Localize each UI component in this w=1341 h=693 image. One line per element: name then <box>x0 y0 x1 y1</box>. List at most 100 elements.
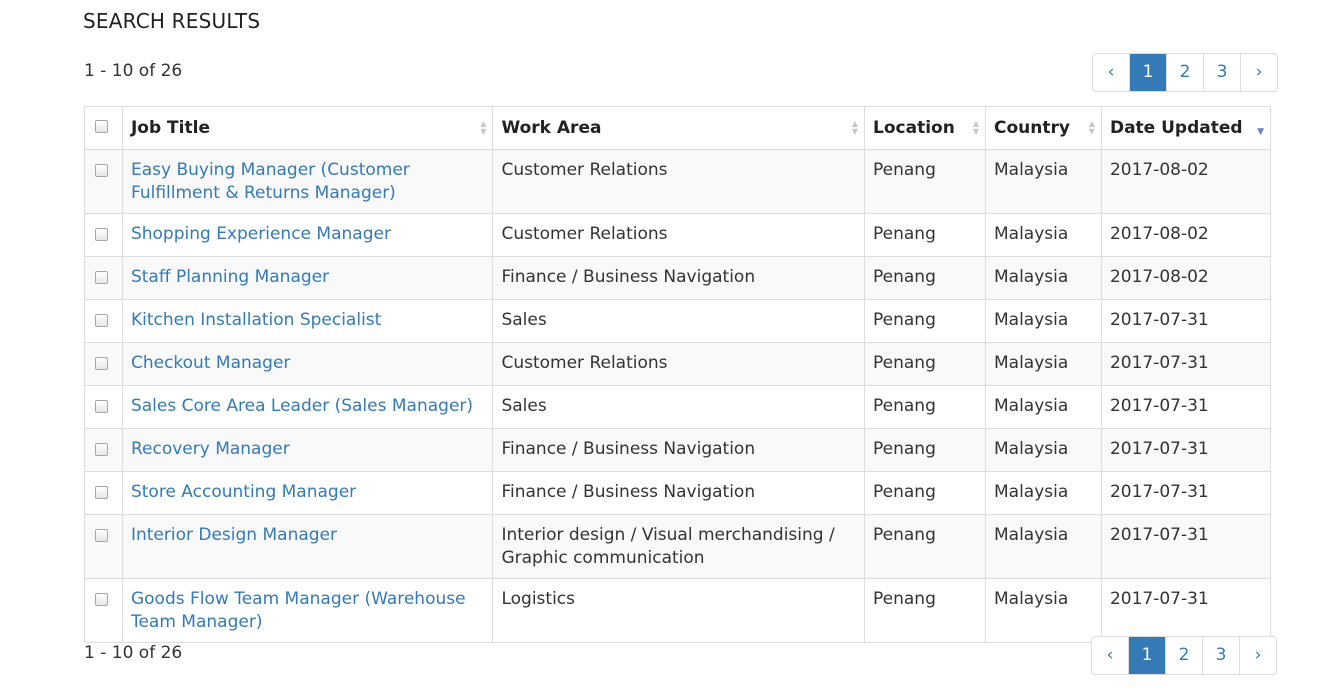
date-updated-cell: 2017-07-31 <box>1100 471 1272 515</box>
results-table: Job Title ▲ ▼ Work Area ▲ ▼ Location ▲ ▼ Co… <box>84 106 1272 643</box>
row-select-cell <box>84 213 123 257</box>
job-title-cell: Kitchen Installation Specialist <box>121 299 494 343</box>
table-row: Checkout Manager Customer Relations Penang… <box>84 342 1272 386</box>
work-area-cell: Finance / Business Navigation <box>492 256 866 300</box>
job-title-link[interactable]: Shopping Experience Manager <box>131 224 391 244</box>
table-row: Shopping Experience Manager Customer Rela… <box>84 213 1272 257</box>
select-all-checkbox[interactable] <box>95 119 108 133</box>
prev-page-button[interactable]: ‹ <box>1093 54 1130 91</box>
column-label: Work Area <box>501 117 602 138</box>
work-area-cell: Finance / Business Navigation <box>492 471 866 515</box>
page-2-button[interactable]: 2 <box>1167 54 1204 91</box>
page-title: SEARCH RESULTS <box>83 9 261 33</box>
job-title-link[interactable]: Store Accounting Manager <box>131 482 356 502</box>
job-title-cell: Easy Buying Manager (Customer Fulfillmen… <box>121 149 494 214</box>
country-cell: Malaysia <box>984 578 1102 643</box>
sort-icon: ▲ ▼ <box>1088 119 1095 136</box>
work-area-cell: Sales <box>492 385 866 429</box>
select-all-cell <box>84 106 123 150</box>
job-title-link[interactable]: Recovery Manager <box>131 439 290 459</box>
location-cell: Penang <box>864 213 986 257</box>
column-header-job-title[interactable]: Job Title ▲ ▼ <box>121 106 494 150</box>
location-cell: Penang <box>864 428 986 472</box>
job-title-cell: Recovery Manager <box>121 428 494 472</box>
row-select-cell <box>84 578 123 643</box>
pagination-bottom: ‹ 1 2 3 › <box>1091 636 1277 675</box>
job-title-cell: Goods Flow Team Manager (Warehouse Team … <box>121 578 494 643</box>
job-title-link[interactable]: Kitchen Installation Specialist <box>131 310 381 330</box>
country-cell: Malaysia <box>984 149 1102 214</box>
table-row: Interior Design Manager Interior design /… <box>84 514 1272 579</box>
column-header-work-area[interactable]: Work Area ▲ ▼ <box>492 106 866 150</box>
location-cell: Penang <box>864 385 986 429</box>
date-updated-cell: 2017-08-02 <box>1100 213 1272 257</box>
date-updated-cell: 2017-08-02 <box>1100 149 1272 214</box>
row-select-cell <box>84 149 123 214</box>
job-title-link[interactable]: Interior Design Manager <box>131 525 337 545</box>
row-checkbox[interactable] <box>95 400 108 413</box>
date-updated-cell: 2017-07-31 <box>1100 514 1272 579</box>
job-title-link[interactable]: Staff Planning Manager <box>131 267 329 287</box>
sort-icon: ▲ ▼ <box>972 119 979 136</box>
location-cell: Penang <box>864 342 986 386</box>
row-select-cell <box>84 385 123 429</box>
country-cell: Malaysia <box>984 256 1102 300</box>
country-cell: Malaysia <box>984 471 1102 515</box>
country-cell: Malaysia <box>984 342 1102 386</box>
page-3-button[interactable]: 3 <box>1203 637 1240 674</box>
date-updated-cell: 2017-08-02 <box>1100 256 1272 300</box>
location-cell: Penang <box>864 256 986 300</box>
row-checkbox[interactable] <box>95 529 108 542</box>
column-header-date-updated[interactable]: Date Updated ▼ <box>1100 106 1272 150</box>
work-area-cell: Customer Relations <box>492 342 866 386</box>
work-area-cell: Customer Relations <box>492 213 866 257</box>
next-page-button[interactable]: › <box>1241 54 1277 91</box>
table-row: Sales Core Area Leader (Sales Manager) Sa… <box>84 385 1272 429</box>
location-cell: Penang <box>864 514 986 579</box>
sort-descending-icon: ▼ <box>1257 127 1264 138</box>
page-2-button[interactable]: 2 <box>1166 637 1203 674</box>
job-title-cell: Sales Core Area Leader (Sales Manager) <box>121 385 494 429</box>
table-row: Easy Buying Manager (Customer Fulfillmen… <box>84 149 1272 214</box>
row-checkbox[interactable] <box>95 314 108 327</box>
job-title-link[interactable]: Checkout Manager <box>131 353 290 373</box>
location-cell: Penang <box>864 149 986 214</box>
job-title-link[interactable]: Easy Buying Manager (Customer Fulfillmen… <box>131 160 410 203</box>
pagination-top: ‹ 1 2 3 › <box>1092 53 1278 92</box>
date-updated-cell: 2017-07-31 <box>1100 299 1272 343</box>
sort-icon: ▲ ▼ <box>480 119 487 136</box>
row-checkbox[interactable] <box>95 271 108 284</box>
work-area-cell: Sales <box>492 299 866 343</box>
page-1-button[interactable]: 1 <box>1130 54 1167 91</box>
page-3-button[interactable]: 3 <box>1204 54 1241 91</box>
table-row: Recovery Manager Finance / Business Navig… <box>84 428 1272 472</box>
row-checkbox[interactable] <box>95 357 108 370</box>
date-updated-cell: 2017-07-31 <box>1100 578 1272 643</box>
column-label: Date Updated <box>1109 117 1243 138</box>
page-1-button[interactable]: 1 <box>1129 637 1166 674</box>
table-header-row: Job Title ▲ ▼ Work Area ▲ ▼ Location ▲ ▼ Co… <box>84 106 1272 150</box>
column-header-location[interactable]: Location ▲ ▼ <box>864 106 986 150</box>
row-checkbox[interactable] <box>95 593 108 606</box>
work-area-cell: Customer Relations <box>492 149 866 214</box>
results-table-body: Easy Buying Manager (Customer Fulfillmen… <box>84 149 1272 643</box>
work-area-cell: Logistics <box>492 578 866 643</box>
next-page-button[interactable]: › <box>1240 637 1276 674</box>
prev-page-button[interactable]: ‹ <box>1092 637 1129 674</box>
row-checkbox[interactable] <box>95 228 108 241</box>
location-cell: Penang <box>864 578 986 643</box>
column-header-country[interactable]: Country ▲ ▼ <box>984 106 1102 150</box>
job-title-link[interactable]: Sales Core Area Leader (Sales Manager) <box>131 396 473 416</box>
column-label: Country <box>993 117 1070 138</box>
job-title-link[interactable]: Goods Flow Team Manager (Warehouse Team … <box>131 589 466 632</box>
row-checkbox[interactable] <box>95 443 108 456</box>
row-checkbox[interactable] <box>95 486 108 499</box>
location-cell: Penang <box>864 471 986 515</box>
table-row: Staff Planning Manager Finance / Business… <box>84 256 1272 300</box>
job-title-cell: Checkout Manager <box>121 342 494 386</box>
results-count-top: 1 - 10 of 26 <box>84 61 183 81</box>
column-label: Job Title <box>130 117 210 138</box>
row-checkbox[interactable] <box>95 164 108 177</box>
country-cell: Malaysia <box>984 385 1102 429</box>
row-select-cell <box>84 256 123 300</box>
